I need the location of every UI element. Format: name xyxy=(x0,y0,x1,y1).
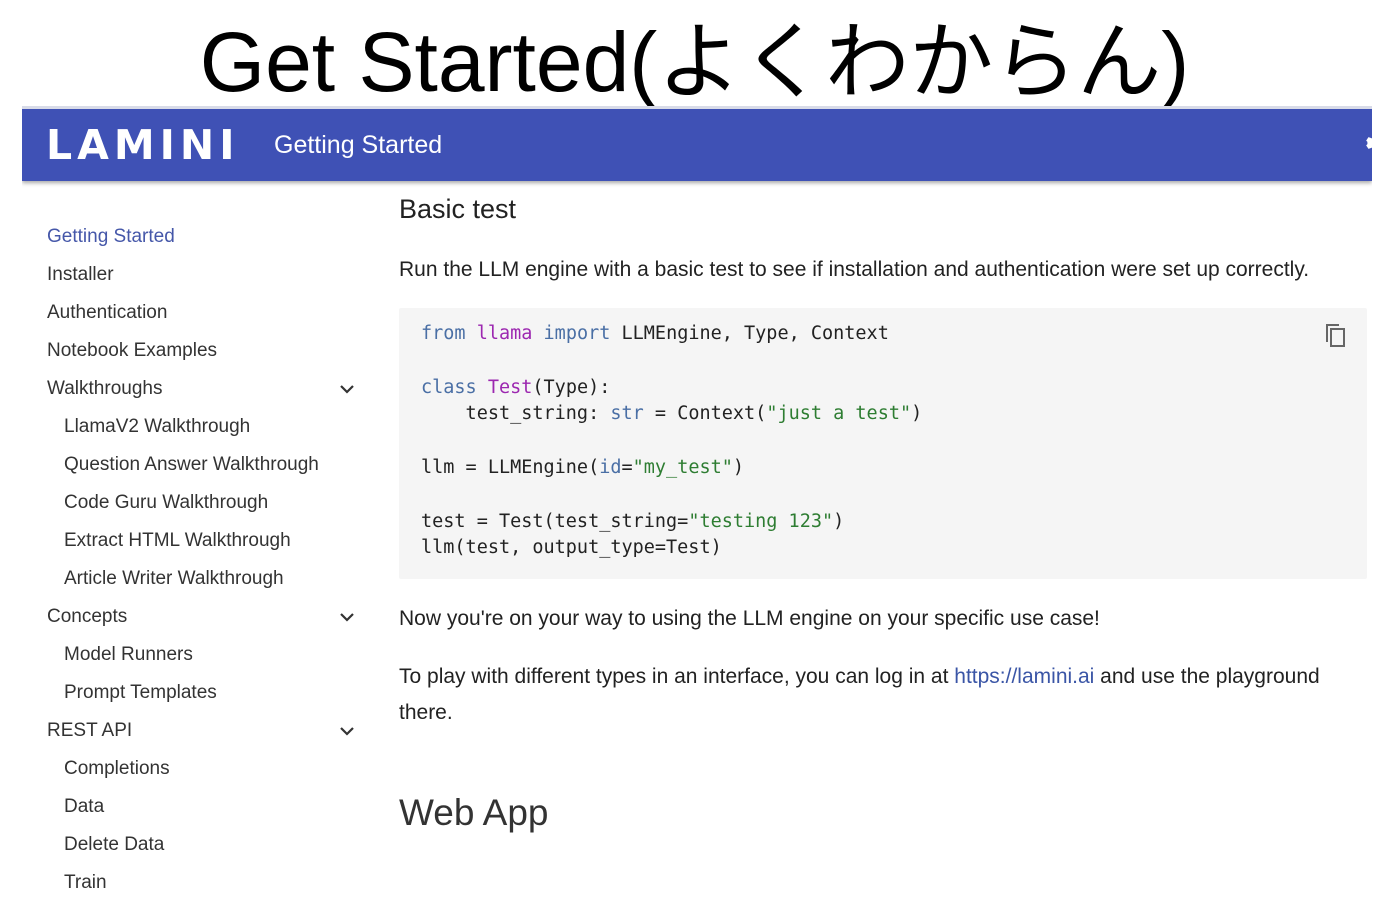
section-heading-basic-test: Basic test xyxy=(399,194,517,224)
intro-paragraph: Run the LLM engine with a basic test to … xyxy=(399,258,1310,281)
sidebar-item-data[interactable]: Data xyxy=(47,788,347,826)
chevron-down-icon[interactable] xyxy=(337,598,357,636)
chevron-down-icon[interactable] xyxy=(337,370,357,408)
browser-page: LAMINI Getting Started Getting Started I… xyxy=(22,106,1372,918)
slide-title: Get Started(よくわからん) xyxy=(199,15,1190,109)
sidebar-item-rest-api[interactable]: REST API xyxy=(47,712,354,750)
site-title[interactable]: Getting Started xyxy=(274,130,442,160)
chevron-down-icon[interactable] xyxy=(337,712,357,750)
sidebar-item-article-writer-walkthrough[interactable]: Article Writer Walkthrough xyxy=(47,560,347,598)
sidebar-item-completions[interactable]: Completions xyxy=(47,750,347,788)
sidebar-item-code-guru-walkthrough[interactable]: Code Guru Walkthrough xyxy=(47,484,347,522)
settings-gear-icon[interactable] xyxy=(1358,129,1372,157)
sidebar-item-llamav2-walkthrough[interactable]: LlamaV2 Walkthrough xyxy=(47,408,347,446)
section-heading-web-app: Web App xyxy=(399,792,549,833)
sidebar-item-authentication[interactable]: Authentication xyxy=(47,294,347,332)
after-code-paragraph: Now you're on your way to using the LLM … xyxy=(399,607,1100,630)
top-app-bar: LAMINI Getting Started xyxy=(22,106,1372,181)
sidebar-item-getting-started[interactable]: Getting Started xyxy=(47,218,347,256)
copy-icon[interactable] xyxy=(1323,322,1349,350)
sidebar-nav: Getting Started Installer Authentication… xyxy=(47,218,354,902)
lamini-link[interactable]: https://lamini.ai xyxy=(954,665,1094,688)
sidebar-item-walkthroughs[interactable]: Walkthroughs xyxy=(47,370,354,408)
sidebar-item-prompt-templates[interactable]: Prompt Templates xyxy=(47,674,347,712)
lamini-logo[interactable]: LAMINI xyxy=(46,123,239,167)
code-text: from llama import LLMEngine, Type, Conte… xyxy=(421,323,923,559)
playground-paragraph: To play with different types in an inter… xyxy=(399,665,1320,724)
sidebar-item-extract-html-walkthrough[interactable]: Extract HTML Walkthrough xyxy=(47,522,347,560)
sidebar-item-notebook-examples[interactable]: Notebook Examples xyxy=(47,332,347,370)
code-block: from llama import LLMEngine, Type, Conte… xyxy=(399,308,1367,579)
sidebar-item-installer[interactable]: Installer xyxy=(47,256,347,294)
sidebar-item-delete-data[interactable]: Delete Data xyxy=(47,826,347,864)
sidebar-item-train[interactable]: Train xyxy=(47,864,347,902)
sidebar-item-concepts[interactable]: Concepts xyxy=(47,598,354,636)
sidebar-item-model-runners[interactable]: Model Runners xyxy=(47,636,347,674)
main-content: Basic test Run the LLM engine with a bas… xyxy=(399,192,1367,835)
sidebar-item-question-answer-walkthrough[interactable]: Question Answer Walkthrough xyxy=(47,446,347,484)
